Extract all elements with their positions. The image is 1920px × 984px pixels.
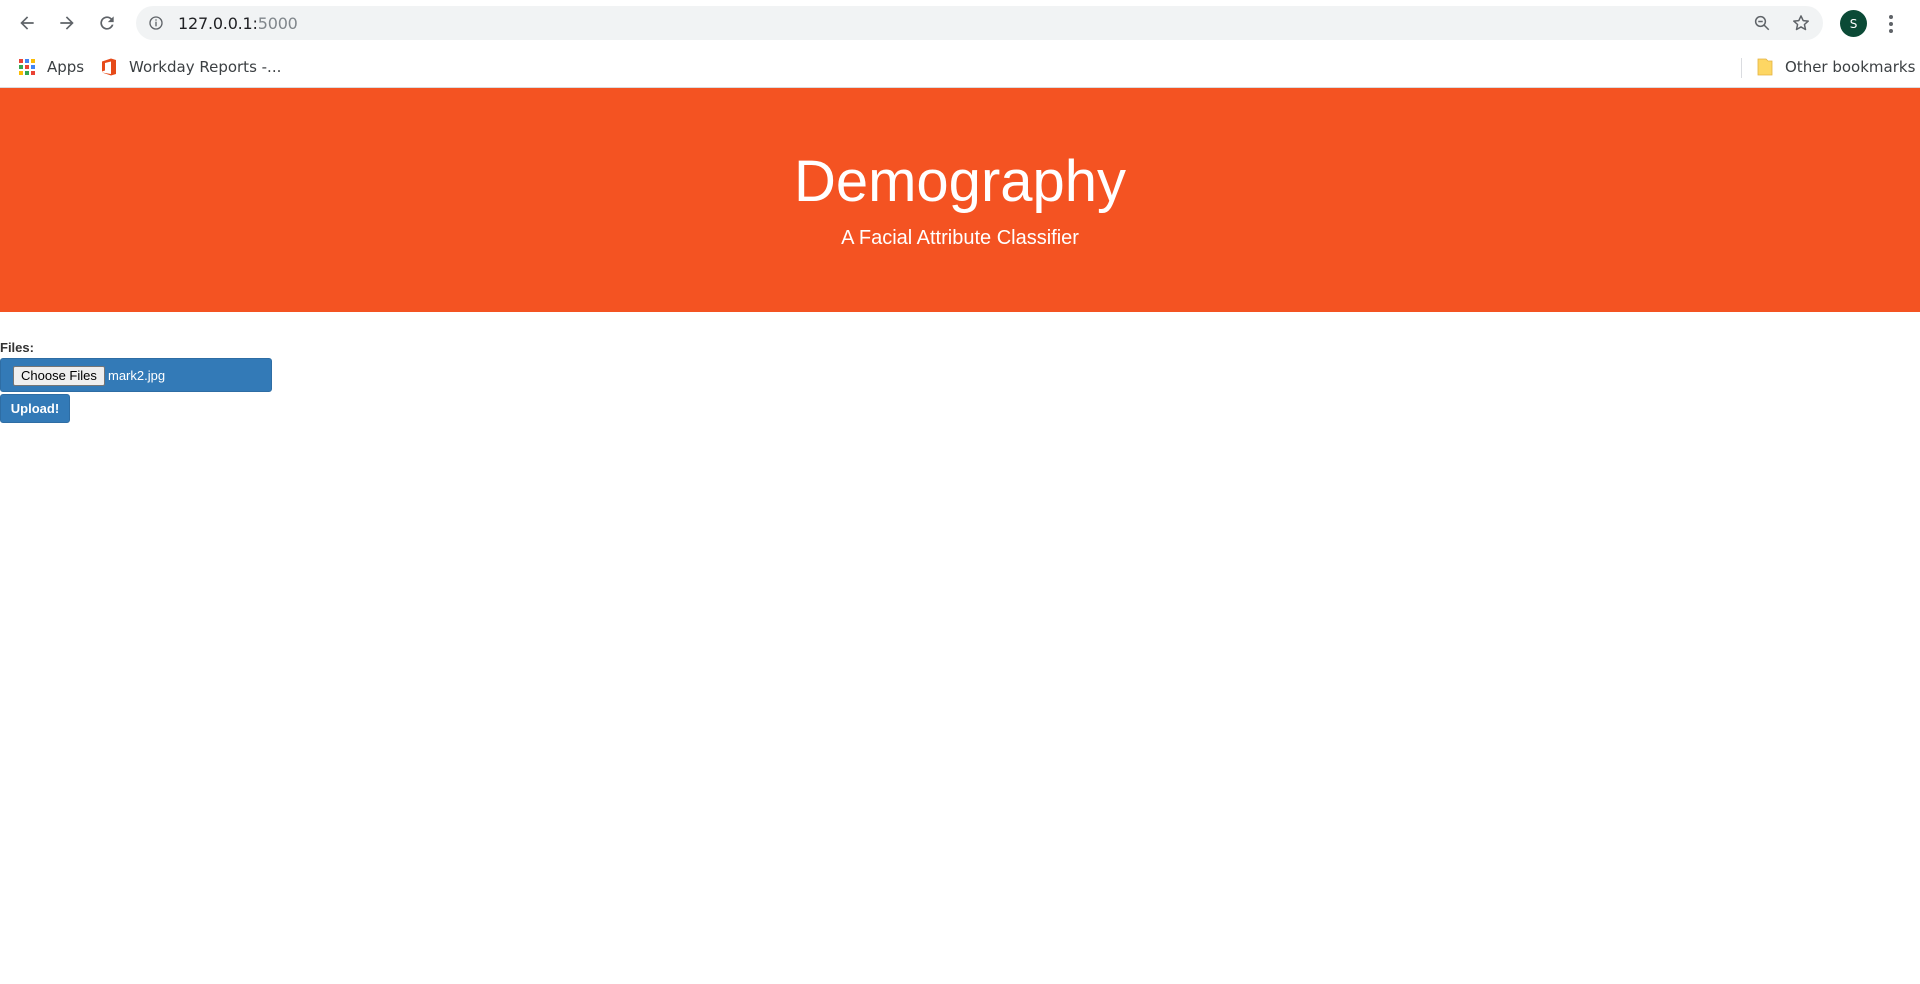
- profile-avatar[interactable]: S: [1840, 10, 1867, 37]
- bookmark-workday-label: Workday Reports -...: [129, 58, 282, 76]
- bookmarks-bar: Apps Workday Reports -... Other bookmark…: [0, 47, 1920, 88]
- forward-arrow-icon[interactable]: [53, 9, 81, 37]
- star-icon[interactable]: [1791, 13, 1811, 33]
- info-icon[interactable]: [148, 15, 164, 31]
- page-subtitle: A Facial Attribute Classifier: [841, 227, 1079, 249]
- file-input[interactable]: Choose Files mark2.jpg: [0, 358, 272, 392]
- bookmark-apps-label: Apps: [47, 58, 85, 76]
- bookmarks-separator: [1741, 58, 1742, 78]
- address-bar[interactable]: 127.0.0.1:5000: [136, 6, 1823, 40]
- browser-toolbar: 127.0.0.1:5000 S: [0, 0, 1920, 47]
- url-host: 127.0.0.1:: [178, 14, 258, 33]
- choose-files-button[interactable]: Choose Files: [13, 366, 105, 386]
- reload-icon[interactable]: [93, 9, 121, 37]
- apps-grid-icon: [19, 59, 35, 75]
- hero-banner: Demography A Facial Attribute Classifier: [0, 88, 1920, 312]
- back-arrow-icon[interactable]: [13, 9, 41, 37]
- folder-icon: [1757, 58, 1773, 76]
- bookmark-workday-reports[interactable]: Workday Reports -...: [101, 55, 281, 79]
- bookmark-apps[interactable]: Apps: [19, 55, 84, 79]
- address-url[interactable]: 127.0.0.1:5000: [178, 14, 298, 33]
- office-logo-icon: [102, 58, 116, 76]
- bookmark-other[interactable]: Other bookmarks: [1757, 55, 1915, 79]
- bookmark-other-label: Other bookmarks: [1785, 58, 1916, 76]
- url-port: 5000: [257, 14, 298, 33]
- zoom-out-icon[interactable]: [1753, 14, 1771, 32]
- files-label: Files:: [0, 340, 34, 355]
- selected-file-name: mark2.jpg: [108, 368, 166, 383]
- page-title: Demography: [793, 149, 1127, 214]
- upload-button[interactable]: Upload!: [0, 394, 70, 423]
- kebab-menu-icon[interactable]: [1881, 12, 1901, 36]
